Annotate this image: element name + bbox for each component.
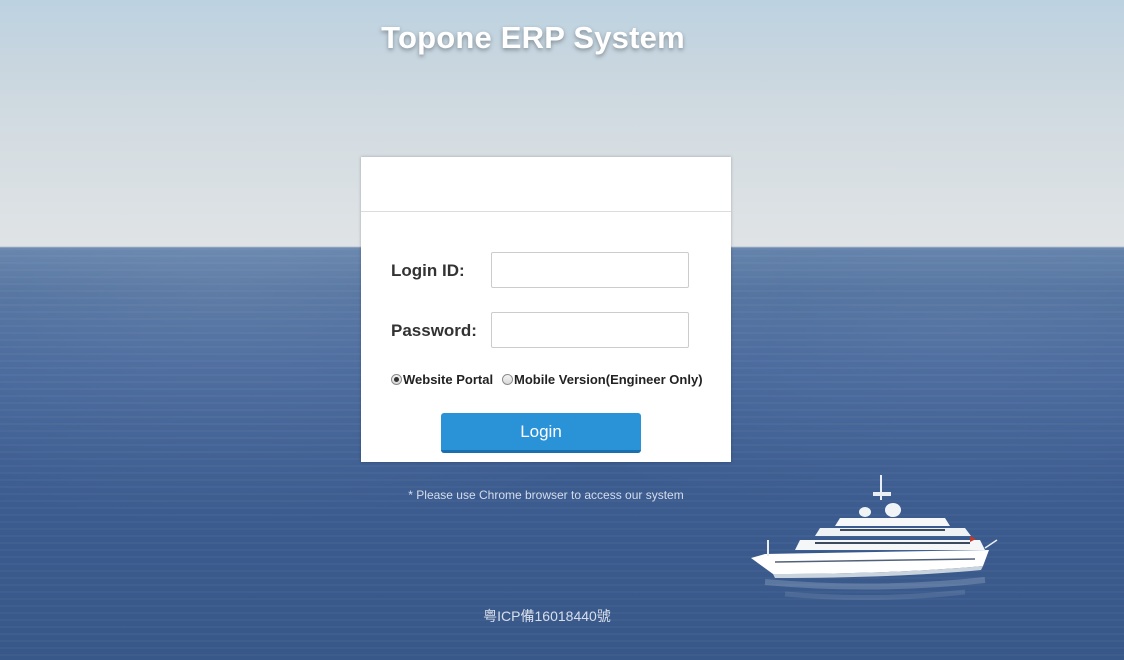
page-title: Topone ERP System — [381, 20, 685, 55]
login-id-label: Login ID: — [391, 261, 465, 280]
version-radio-group: Website Portal Mobile Version(Engineer O… — [391, 371, 711, 389]
website-portal-radio[interactable] — [391, 374, 402, 385]
mobile-version-option[interactable]: Mobile Version(Engineer Only) — [502, 371, 703, 389]
mobile-version-label: Mobile Version(Engineer Only) — [514, 372, 703, 387]
password-row: Password: — [391, 312, 701, 350]
mobile-version-radio[interactable] — [502, 374, 513, 385]
icp-footer[interactable]: 粤ICP備16018440號 — [0, 606, 1094, 626]
browser-note: * Please use Chrome browser to access ou… — [408, 488, 684, 502]
yacht-image — [751, 475, 998, 601]
login-button[interactable]: Login — [441, 413, 641, 453]
login-id-row: Login ID: — [391, 252, 701, 290]
password-input[interactable] — [491, 312, 689, 348]
login-panel: Login ID: Password: Website Portal Mobil… — [361, 157, 731, 462]
website-portal-label: Website Portal — [403, 372, 494, 387]
login-id-input[interactable] — [491, 252, 689, 288]
panel-header — [361, 157, 731, 212]
password-label: Password: — [391, 321, 477, 340]
website-portal-option[interactable]: Website Portal — [391, 371, 493, 389]
login-page: Topone ERP System Login ID: Password: We… — [0, 0, 1124, 660]
